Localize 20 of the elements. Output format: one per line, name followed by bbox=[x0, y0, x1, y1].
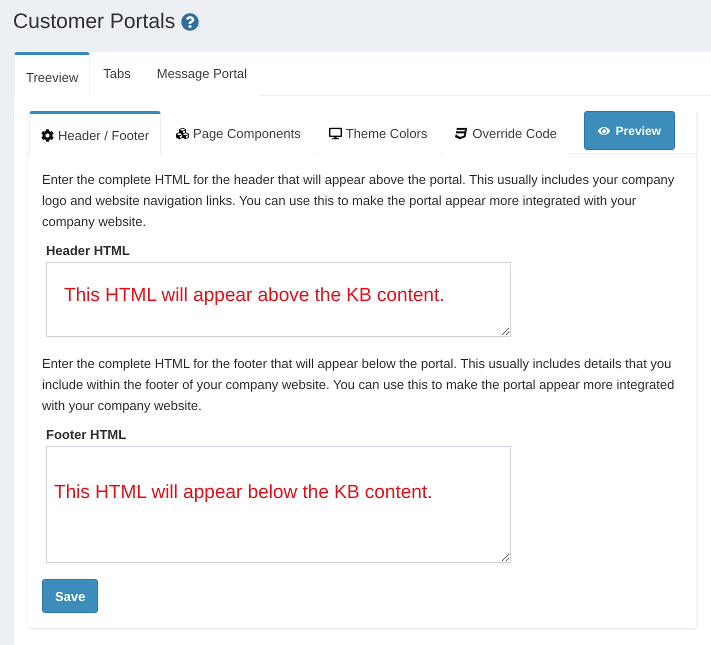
tab[interactable]: Header / Footer bbox=[29, 111, 162, 155]
description-text: Enter the complete HTML for the footer that will appear below the portal. This usually includes details that you include within the footer of your company website. You can use this to make the portal appear more integrated with your company website. bbox=[42, 355, 676, 415]
html-text-area[interactable]: This HTML will appear above the KB content. bbox=[46, 262, 511, 337]
tab[interactable]: Override Code bbox=[442, 111, 570, 155]
description-text: Enter the complete HTML for the header that will appear above the portal. This usually includes your company logo and website navigation links. You can use this to make the portal appear more integrated with your company website. bbox=[42, 171, 676, 231]
save-button[interactable]: Save bbox=[42, 579, 98, 613]
preview-button[interactable]: Preview bbox=[584, 111, 675, 150]
field-label: Header HTML bbox=[46, 242, 130, 260]
tab[interactable]: Page Components bbox=[163, 111, 314, 155]
gear-icon bbox=[41, 129, 54, 142]
tab[interactable]: Theme Colors bbox=[316, 111, 440, 155]
html-text-area[interactable]: This HTML will appear below the KB content. bbox=[46, 446, 511, 563]
tab[interactable]: Treeview bbox=[14, 52, 90, 96]
cubes-icon bbox=[176, 127, 190, 140]
help-icon[interactable] bbox=[181, 13, 200, 31]
eye-icon bbox=[598, 124, 610, 136]
page-title: Customer Portals bbox=[13, 9, 176, 35]
monitor-icon bbox=[328, 127, 342, 140]
css-icon bbox=[455, 127, 468, 140]
field-label: Footer HTML bbox=[46, 426, 126, 444]
